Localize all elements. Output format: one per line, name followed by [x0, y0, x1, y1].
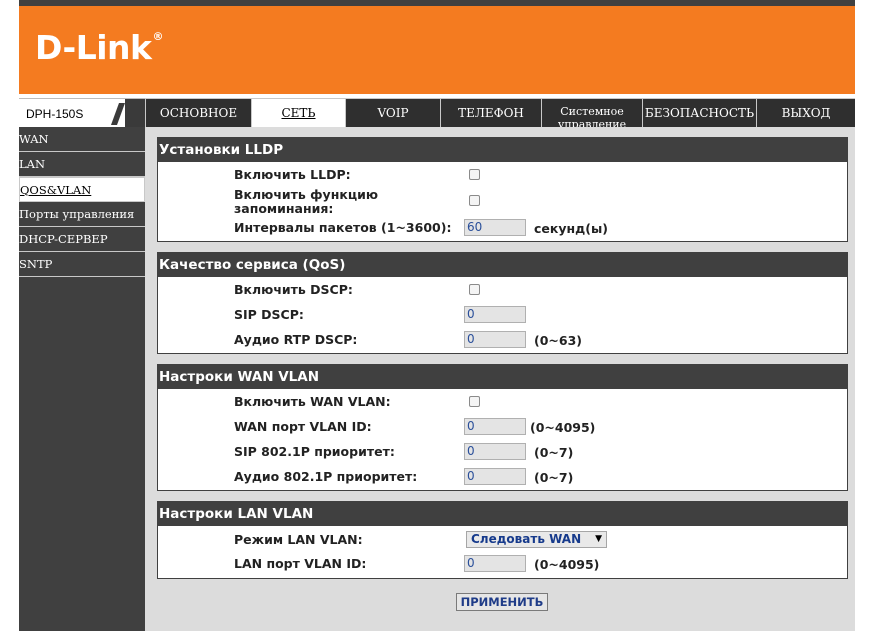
brand-banner: D-Link®: [19, 6, 855, 94]
qos-panel: Качество сервиса (QoS) Включить DSCP: SI…: [157, 252, 848, 354]
lldp-interval-unit: секунд(ы): [534, 221, 608, 236]
wan-audio-priority-label: Аудио 802.1P приоритет:: [234, 469, 418, 484]
tab-security[interactable]: БЕЗОПАСНОСТЬ: [642, 98, 756, 127]
wan-sip-priority-range: (0~7): [534, 445, 574, 460]
wan-vlan-title: Настроки WAN VLAN: [158, 365, 847, 389]
lan-vlan-id-label: LAN порт VLAN ID:: [234, 556, 367, 571]
lldp-title: Установки LLDP: [158, 138, 847, 162]
qos-dscp-enable-checkbox[interactable]: [469, 284, 480, 295]
wan-vlan-enable-label: Включить WAN VLAN:: [234, 394, 391, 409]
tab-system-management[interactable]: Системное управление: [541, 98, 642, 131]
sidebar-item-management-ports[interactable]: Порты управления: [19, 202, 145, 227]
sidebar-item-wan[interactable]: WAN: [19, 127, 145, 152]
model-name: DPH-150S: [26, 107, 84, 121]
dlink-logo: D-Link®: [35, 28, 163, 67]
qos-sip-dscp-label: SIP DSCP:: [234, 307, 304, 322]
lldp-interval-label: Интервалы пакетов (1~3600):: [234, 220, 452, 235]
tab-phone[interactable]: ТЕЛЕФОН: [440, 98, 541, 127]
qos-sip-dscp-input[interactable]: 0: [464, 306, 526, 323]
lldp-enable-label: Включить LLDP:: [234, 167, 351, 182]
content-area: Установки LLDP Включить LLDP: Включить ф…: [145, 127, 855, 631]
tab-logout[interactable]: ВЫХОД: [756, 98, 855, 127]
sidebar-item-sntp[interactable]: SNTP: [19, 252, 145, 277]
wan-vlan-id-range: (0~4095): [530, 420, 596, 435]
sidebar-item-qos-vlan[interactable]: QOS&VLAN: [19, 177, 145, 202]
lan-vlan-mode-select[interactable]: Следовать WAN ▼: [466, 531, 607, 548]
qos-title: Качество сервиса (QoS): [158, 253, 847, 277]
qos-dscp-enable-label: Включить DSCP:: [234, 282, 353, 297]
qos-rtp-dscp-range: (0~63): [534, 333, 582, 348]
main-nav-tabs: ОСНОВНОЕ СЕТЬ VOIP ТЕЛЕФОН Системное упр…: [145, 98, 855, 131]
wan-vlan-id-input[interactable]: 0: [464, 418, 526, 435]
apply-button[interactable]: ПРИМЕНИТЬ: [456, 593, 548, 611]
wan-sip-priority-input[interactable]: 0: [464, 443, 526, 460]
tab-voip[interactable]: VOIP: [345, 98, 440, 127]
lan-vlan-id-range: (0~4095): [534, 557, 600, 572]
wan-sip-priority-label: SIP 802.1P приоритет:: [234, 444, 395, 459]
lldp-enable-checkbox[interactable]: [469, 169, 480, 180]
lldp-learn-checkbox[interactable]: [469, 195, 480, 206]
lan-vlan-title: Настроки LAN VLAN: [158, 502, 847, 526]
qos-rtp-dscp-label: Аудио RTP DSCP:: [234, 332, 358, 347]
wan-vlan-panel: Настроки WAN VLAN Включить WAN VLAN: WAN…: [157, 364, 848, 491]
sidebar-item-dhcp-server[interactable]: DHCP-СЕРВЕР: [19, 227, 145, 252]
wan-vlan-id-label: WAN порт VLAN ID:: [234, 419, 372, 434]
wan-vlan-enable-checkbox[interactable]: [469, 396, 480, 407]
sidebar-item-lan[interactable]: LAN: [19, 152, 145, 177]
tab-basic[interactable]: ОСНОВНОЕ: [145, 98, 251, 127]
qos-rtp-dscp-input[interactable]: 0: [464, 331, 526, 348]
lan-vlan-id-input[interactable]: 0: [464, 555, 526, 572]
sidebar: WAN LAN QOS&VLAN Порты управления DHCP-С…: [19, 127, 145, 631]
chevron-down-icon: ▼: [595, 534, 602, 544]
lan-vlan-mode-label: Режим LAN VLAN:: [234, 532, 363, 547]
lldp-panel: Установки LLDP Включить LLDP: Включить ф…: [157, 137, 848, 242]
lan-vlan-panel: Настроки LAN VLAN Режим LAN VLAN: Следов…: [157, 501, 848, 579]
lldp-learn-label: Включить функцию запоминания:: [234, 187, 379, 216]
wan-audio-priority-range: (0~7): [534, 470, 574, 485]
model-badge: DPH-150S: [19, 98, 145, 128]
lldp-interval-input[interactable]: 60: [464, 219, 526, 236]
wan-audio-priority-input[interactable]: 0: [464, 468, 526, 485]
tab-network[interactable]: СЕТЬ: [251, 98, 345, 127]
